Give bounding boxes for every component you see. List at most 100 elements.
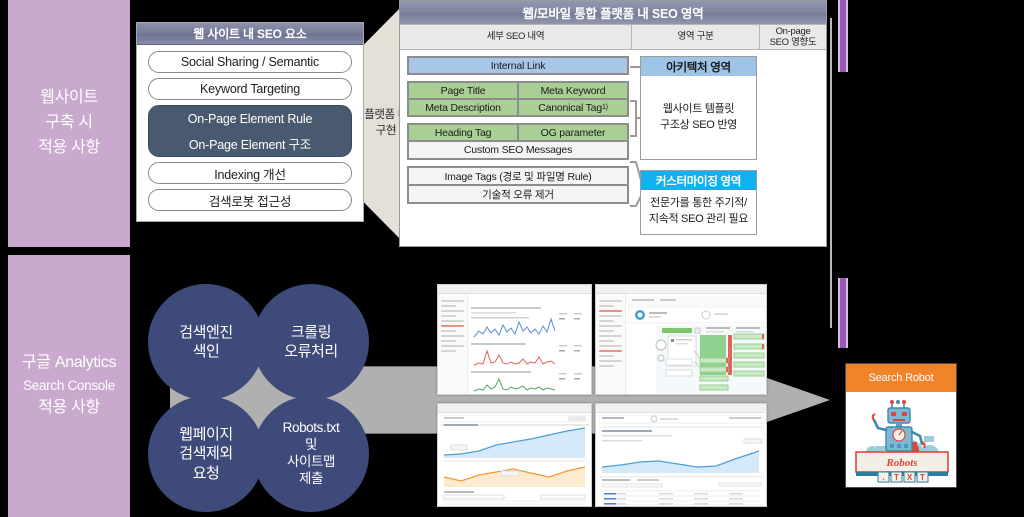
column-header-area: 영역 구분 <box>632 25 760 49</box>
circle-search-engine-indexing[interactable]: 검색엔진 색인 <box>148 284 264 400</box>
circle-1-line-2: 색인 <box>192 343 220 360</box>
cell-meta-description[interactable]: Meta Description <box>409 100 517 115</box>
circle-2-line-2: 오류처리 <box>284 343 338 360</box>
accent-bar-bottom <box>838 278 848 348</box>
detail-row: Image Tags (경로 및 파일명 Rule) <box>409 168 627 184</box>
seo-card-title: 웹 사이트 내 SEO 요소 <box>137 23 363 45</box>
robots-tile-3: T <box>920 473 925 482</box>
cell-page-title[interactable]: Page Title <box>409 83 517 98</box>
circle-4-line-4: 제출 <box>298 470 324 486</box>
area-cust-body-line-2: 지속적 SEO 관리 필요 <box>648 213 749 225</box>
area-cust-body-line-1: 전문가를 통한 주기적/ <box>650 197 747 210</box>
cell-canonical-tag-label: Canonical Tag <box>538 101 602 114</box>
area-box-customizing-header: 커스터마이징 영역 <box>641 171 756 190</box>
panel-bottom-line-1: 구글 Analytics <box>21 353 117 371</box>
cell-custom-seo-messages[interactable]: Custom SEO Messages <box>409 142 627 158</box>
seo-pill-indexing[interactable]: Indexing 개선 <box>148 162 352 184</box>
area-box-customizing: 커스터마이징 영역 전문가를 통한 주기적/ 지속적 SEO 관리 필요 <box>640 170 757 235</box>
circle-4-line-2: 및 <box>304 437 318 453</box>
cell-meta-keyword[interactable]: Meta Keyword <box>519 83 627 98</box>
seo-pill-onpage-element-structure[interactable]: On-Page Element 구조 <box>149 131 351 156</box>
robot-icon: Robots . T X T <box>855 400 949 483</box>
thumb-topbar <box>438 404 591 413</box>
area-box-architecture-header: 아키텍처 영역 <box>641 57 756 76</box>
cell-technical-error-removal[interactable]: 기술적 오류 제거 <box>409 186 627 202</box>
detail-row: 기술적 오류 제거 <box>409 186 627 202</box>
search-robot-illustration: Robots . T X T <box>846 392 956 487</box>
vertical-divider-rule <box>830 18 832 328</box>
thumbnail-analytics-flow[interactable] <box>595 284 767 395</box>
seo-pill-list: Social Sharing / Semantic Keyword Target… <box>137 45 363 219</box>
detail-row: Meta Description Canonical Tag 1) <box>409 100 627 115</box>
area-arch-body-line-1: 웹사이트 템플릿 <box>662 102 735 115</box>
cell-canonical-tag-footnote: 1) <box>601 104 608 111</box>
panel-top-line-3: 적용 사항 <box>38 138 100 156</box>
circle-4-line-3: 사이트맵 <box>286 454 336 469</box>
platform-panel-title: 웹/모바일 통합 플랫폼 내 SEO 영역 <box>400 1 826 24</box>
cell-canonical-tag[interactable]: Canonical Tag 1) <box>519 100 627 115</box>
column-header-impact-line-2: SEO 영향도 <box>769 37 817 48</box>
detail-column: Internal Link Page Title Meta Keyword Me… <box>407 56 629 210</box>
robots-tile-1: T <box>894 473 899 482</box>
column-header-impact: On-page SEO 영향도 <box>760 25 826 49</box>
cell-og-parameter[interactable]: OG parameter <box>519 125 627 140</box>
platform-panel-body: Internal Link Page Title Meta Keyword Me… <box>400 50 826 245</box>
detail-group-meta: Page Title Meta Keyword Meta Description… <box>407 81 629 117</box>
platform-column-header-row: 세부 SEO 내역 영역 구분 On-page SEO 영향도 <box>400 24 826 50</box>
thumbnail-search-console[interactable]: Google <box>437 284 592 395</box>
detail-row: Internal Link <box>409 58 627 73</box>
area-box-architecture-body: 웹사이트 템플릿 구조상 SEO 반영 <box>641 76 756 159</box>
area-column: 아키텍처 영역 웹사이트 템플릿 구조상 SEO 반영 커스터마이징 영역 전문… <box>640 56 757 245</box>
thumb-sidebar <box>438 294 468 394</box>
accent-bar-top <box>838 0 848 72</box>
seo-pill-keyword-targeting[interactable]: Keyword Targeting <box>148 78 352 100</box>
detail-group-heading: Heading Tag OG parameter Custom SEO Mess… <box>407 123 629 160</box>
seo-pill-onpage-element-rule[interactable]: On-Page Element Rule <box>149 106 351 131</box>
cell-heading-tag[interactable]: Heading Tag <box>409 125 517 140</box>
circle-4-line-1: Robots.txt <box>282 420 340 436</box>
thumbnail-analytics-table[interactable] <box>595 403 767 507</box>
thumb-topbar <box>596 404 766 413</box>
robots-tile-0: . <box>882 473 884 482</box>
left-panel-analytics: 구글 Analytics Search Console 적용 사항 <box>8 255 130 517</box>
circle-3-line-2: 검색제외 <box>179 445 233 463</box>
column-header-detail: 세부 SEO 내역 <box>400 25 632 49</box>
thumb-sidebar <box>596 294 626 394</box>
thumb-flow-diagram <box>628 296 766 394</box>
cell-image-tags[interactable]: Image Tags (경로 및 파일명 Rule) <box>409 168 627 184</box>
panel-bottom-line-2: Search Console <box>23 377 115 393</box>
platform-seo-panel: 웹/모바일 통합 플랫폼 내 SEO 영역 세부 SEO 내역 영역 구분 On… <box>399 0 827 247</box>
area-box-architecture: 아키텍처 영역 웹사이트 템플릿 구조상 SEO 반영 <box>640 56 757 160</box>
cell-internal-link[interactable]: Internal Link <box>409 58 627 73</box>
search-robot-header: Search Robot <box>846 364 956 392</box>
thumb-topbar <box>438 285 591 294</box>
thumbnail-analytics-trend[interactable] <box>437 403 592 507</box>
seo-pill-crawler-access[interactable]: 검색로봇 접근성 <box>148 189 352 211</box>
detail-group-technical: Image Tags (경로 및 파일명 Rule) 기술적 오류 제거 <box>407 166 629 204</box>
circle-robots-sitemap[interactable]: Robots.txt 및 사이트맵 제출 <box>253 396 369 512</box>
thumb-topbar <box>596 285 766 294</box>
robots-tile-2: X <box>907 473 913 482</box>
area-box-customizing-body: 전문가를 통한 주기적/ 지속적 SEO 관리 필요 <box>641 190 756 234</box>
panel-bottom-line-3: 적용 사항 <box>38 399 100 417</box>
column-header-impact-line-1: On-page <box>775 25 811 37</box>
circle-3-line-1: 웹페이지 <box>179 425 233 443</box>
circle-page-removal-request[interactable]: 웹페이지 검색제외 요청 <box>148 396 264 512</box>
circle-2-line-1: 크롤링 <box>290 323 332 341</box>
panel-top-line-2: 구축 시 <box>45 114 93 132</box>
seo-pill-social-sharing[interactable]: Social Sharing / Semantic <box>148 51 352 73</box>
detail-group-internal-link: Internal Link <box>407 56 629 75</box>
robots-banner-text: Robots <box>885 457 917 469</box>
search-robot-card: Search Robot Robots . T X T <box>845 363 957 488</box>
website-seo-elements-card: 웹 사이트 내 SEO 요소 Social Sharing / Semantic… <box>136 22 364 222</box>
diagram-canvas: 웹사이트 구축 시 적용 사항 구글 Analytics Search Cons… <box>0 0 1024 517</box>
thumb-trend-charts <box>441 415 589 505</box>
detail-row: Heading Tag OG parameter <box>409 125 627 140</box>
area-arch-body-line-2: 구조상 SEO 반영 <box>660 118 737 131</box>
circle-crawling-error-handling[interactable]: 크롤링 오류처리 <box>253 284 369 400</box>
seo-pill-group-onpage: On-Page Element Rule On-Page Element 구조 <box>148 105 352 157</box>
detail-row: Custom SEO Messages <box>409 142 627 158</box>
circle-1-line-1: 검색엔진 <box>179 323 233 341</box>
left-panel-website: 웹사이트 구축 시 적용 사항 <box>8 0 130 247</box>
circle-3-line-3: 요청 <box>192 464 220 482</box>
